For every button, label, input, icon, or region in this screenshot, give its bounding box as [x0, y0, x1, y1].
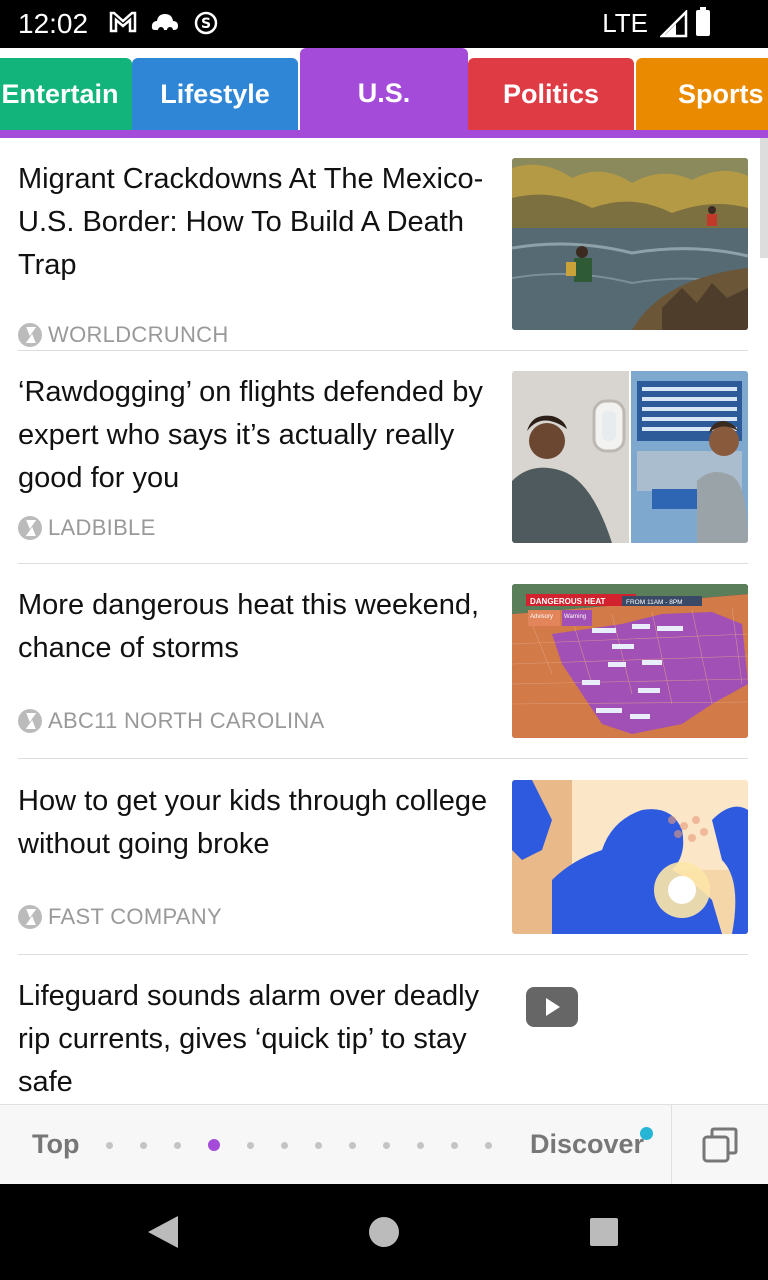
recents-icon[interactable]: [588, 1216, 620, 1248]
feed-scrollbar[interactable]: [760, 138, 768, 258]
article-thumbnail[interactable]: DANGEROUS HEAT FROM 11AM - 8PM Advisory …: [512, 584, 748, 738]
article-card[interactable]: Lifeguard sounds alarm over deadly rip c…: [18, 975, 748, 1104]
article-title[interactable]: How to get your kids through college wit…: [18, 780, 488, 866]
article-card[interactable]: Migrant Crackdowns At The Mexico-U.S. Bo…: [18, 158, 748, 347]
page-dot[interactable]: [383, 1141, 390, 1149]
article-source: FAST COMPANY: [18, 904, 222, 930]
bolt-icon: [18, 905, 42, 929]
back-icon[interactable]: [144, 1214, 180, 1250]
category-tabs: Entertain Lifestyle U.S. Politics Sports: [0, 48, 768, 138]
article-thumbnail[interactable]: [512, 371, 748, 543]
tab-politics[interactable]: Politics: [468, 58, 634, 130]
bottom-nav: Top Discover: [0, 1104, 768, 1185]
tab-sports[interactable]: Sports: [636, 58, 768, 130]
nav-separator: [671, 1105, 672, 1185]
illustration: [512, 780, 748, 934]
battery-icon: [696, 7, 710, 36]
video-icon[interactable]: [526, 987, 578, 1027]
article-title[interactable]: ‘Rawdogging’ on flights defended by expe…: [18, 371, 488, 500]
airplane-passenger-photo: [512, 371, 748, 543]
page-dot[interactable]: [140, 1141, 147, 1149]
tab-us[interactable]: U.S.: [300, 48, 468, 130]
page-dot-active[interactable]: [208, 1139, 220, 1151]
page-dot[interactable]: [174, 1141, 181, 1149]
divider: [18, 350, 748, 351]
play-icon: [546, 998, 560, 1016]
sim-icon: S: [194, 11, 218, 35]
top-button[interactable]: Top: [32, 1129, 79, 1160]
page-dot[interactable]: [106, 1141, 113, 1149]
tabs-switcher-icon[interactable]: [702, 1127, 738, 1163]
weather-advisory: Advisory: [530, 614, 553, 620]
page-dot[interactable]: [451, 1141, 458, 1149]
weather-map: DANGEROUS HEAT FROM 11AM - 8PM Advisory …: [512, 584, 748, 738]
tab-entertainment[interactable]: Entertain: [0, 58, 132, 130]
article-title[interactable]: Lifeguard sounds alarm over deadly rip c…: [18, 975, 488, 1104]
article-title[interactable]: More dangerous heat this weekend, chance…: [18, 584, 488, 670]
article-source: ABC11 NORTH CAROLINA: [18, 708, 325, 734]
source-label: WORLDCRUNCH: [48, 322, 229, 347]
signal-icon: [660, 10, 688, 38]
status-time: 12:02: [18, 8, 89, 39]
article-card[interactable]: How to get your kids through college wit…: [18, 780, 748, 934]
page-dot[interactable]: [485, 1141, 492, 1149]
home-icon[interactable]: [368, 1216, 400, 1248]
notification-icons: S: [108, 8, 220, 36]
bolt-icon: [18, 709, 42, 733]
source-label: ABC11 NORTH CAROLINA: [48, 708, 325, 733]
article-card[interactable]: ‘Rawdogging’ on flights defended by expe…: [18, 371, 748, 545]
bolt-icon: [18, 516, 42, 540]
tab-lifestyle[interactable]: Lifestyle: [132, 58, 298, 130]
article-thumbnail[interactable]: [512, 780, 748, 934]
status-bar: 12:02 S LTE: [0, 0, 768, 48]
svg-text:S: S: [201, 16, 211, 32]
divider: [18, 563, 748, 564]
page-dot[interactable]: [315, 1141, 322, 1149]
article-title[interactable]: Migrant Crackdowns At The Mexico-U.S. Bo…: [18, 158, 488, 287]
divider: [18, 954, 748, 955]
active-tab-strip: [0, 130, 768, 138]
discover-button[interactable]: Discover: [530, 1129, 644, 1160]
cloud-icon: [151, 14, 178, 33]
article-thumbnail[interactable]: [512, 158, 748, 330]
news-feed[interactable]: Migrant Crackdowns At The Mexico-U.S. Bo…: [0, 138, 768, 1104]
discover-badge: [640, 1127, 653, 1140]
article-source: WORLDCRUNCH: [18, 322, 229, 348]
system-nav-bar: [0, 1184, 768, 1280]
network-label: LTE: [602, 8, 648, 38]
page-dot[interactable]: [281, 1141, 288, 1149]
source-label: LADBIBLE: [48, 515, 156, 540]
river-photo: [512, 158, 748, 330]
source-label: FAST COMPANY: [48, 904, 222, 929]
divider: [18, 758, 748, 759]
article-source: LADBIBLE: [18, 515, 156, 541]
page-dots: [106, 1139, 492, 1151]
gmail-icon: [109, 11, 137, 33]
bolt-icon: [18, 323, 42, 347]
page-dot[interactable]: [349, 1141, 356, 1149]
page-dot[interactable]: [247, 1141, 254, 1149]
weather-banner: DANGEROUS HEAT: [530, 597, 606, 606]
weather-warning: Warning: [564, 614, 586, 620]
article-card[interactable]: More dangerous heat this weekend, chance…: [18, 584, 748, 738]
page-dot[interactable]: [417, 1141, 424, 1149]
weather-time: FROM 11AM - 8PM: [626, 599, 683, 606]
